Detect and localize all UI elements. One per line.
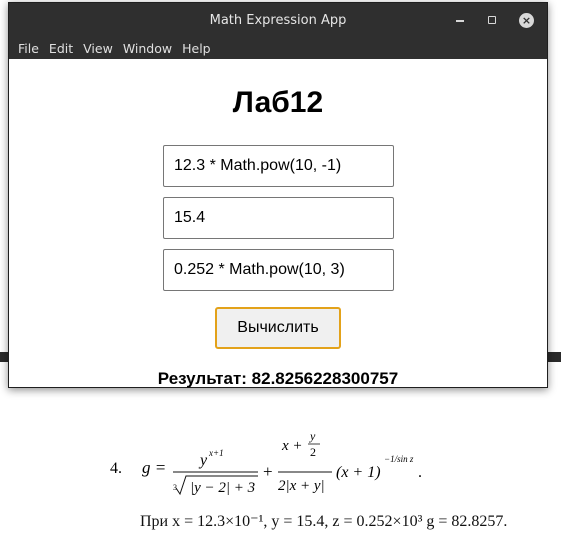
svg-text:+: + (263, 462, 273, 481)
menu-file[interactable]: File (13, 41, 44, 56)
input-y[interactable]: 15.4 (163, 197, 394, 239)
svg-text:x +: x + (281, 438, 303, 454)
formula-lhs: g = (142, 458, 166, 477)
close-icon: × (519, 12, 534, 28)
condition-text: При x = 12.3×10⁻¹, y = 15.4, z = 0.252×1… (140, 513, 508, 530)
menu-bar: File Edit View Window Help (9, 37, 547, 59)
svg-text:y: y (309, 429, 316, 443)
menu-help[interactable]: Help (177, 41, 216, 56)
svg-text:−1/sin z: −1/sin z (384, 454, 414, 464)
close-button[interactable]: × (519, 3, 534, 37)
svg-text:2|x + y|: 2|x + y| (278, 478, 325, 494)
task-number: 4. (110, 460, 122, 477)
formula-graphic: 4. g = y x+1 3 |y − 2| + 3 + x + y 2 2|x… (110, 429, 422, 496)
app-content: Лаб12 12.3 * Math.pow(10, -1) 15.4 0.252… (9, 59, 547, 388)
svg-text:x+1: x+1 (208, 448, 224, 458)
window-title: Math Expression App (209, 12, 347, 28)
svg-text:|y − 2| + 3: |y − 2| + 3 (190, 480, 255, 496)
title-bar[interactable]: Math Expression App × (9, 3, 547, 37)
svg-text:y: y (198, 452, 208, 469)
svg-text:3: 3 (173, 483, 177, 492)
app-window: Math Expression App × File Edit View Win… (8, 2, 548, 388)
svg-text:2: 2 (310, 445, 316, 459)
page-title: Лаб12 (232, 86, 324, 119)
maximize-icon (488, 16, 496, 24)
result-text: Результат: 82.8256228300757 (157, 369, 399, 388)
input-x[interactable]: 12.3 * Math.pow(10, -1) (163, 145, 394, 187)
svg-text:(x + 1): (x + 1) (336, 464, 381, 481)
input-z[interactable]: 0.252 * Math.pow(10, 3) (163, 249, 394, 291)
calculate-button[interactable]: Вычислить (215, 307, 341, 349)
menu-window[interactable]: Window (118, 41, 177, 56)
svg-text:.: . (418, 464, 422, 481)
maximize-button[interactable] (488, 3, 496, 37)
menu-edit[interactable]: Edit (44, 41, 78, 56)
minimize-icon (456, 20, 464, 22)
minimize-button[interactable] (456, 3, 464, 37)
menu-view[interactable]: View (78, 41, 118, 56)
